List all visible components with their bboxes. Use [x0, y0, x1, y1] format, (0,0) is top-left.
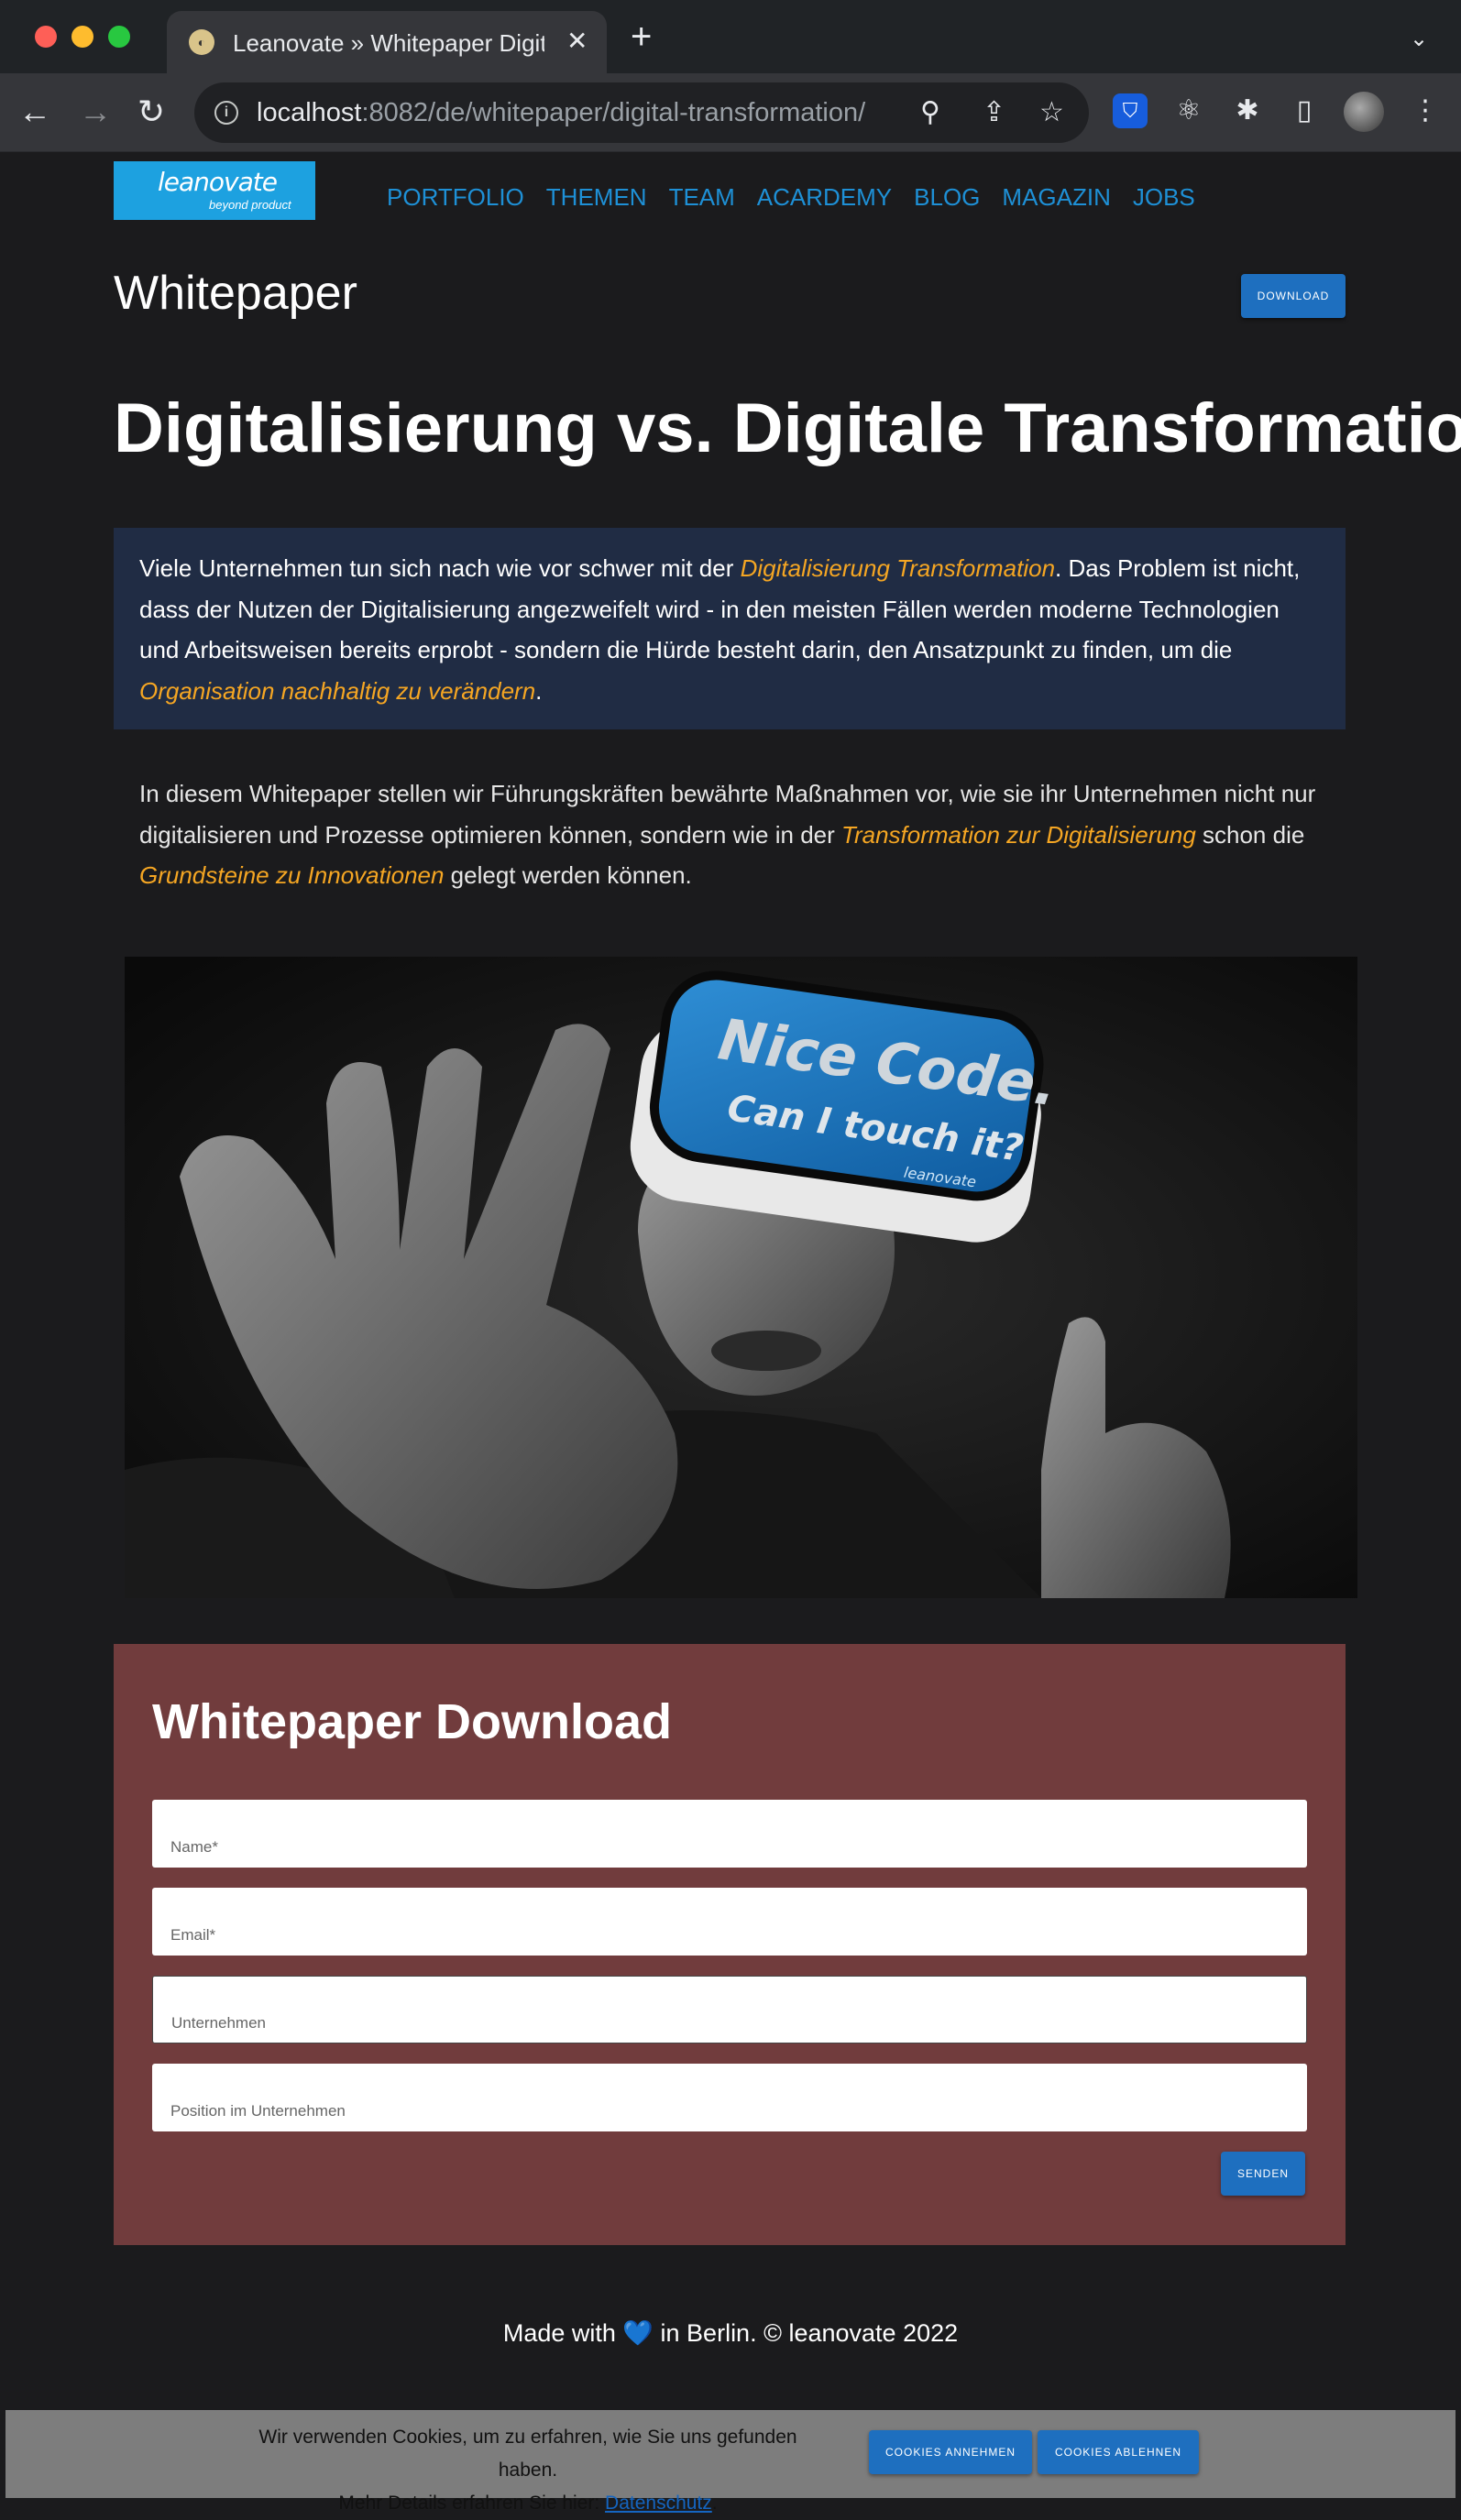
nav-magazin[interactable]: MAGAZIN	[1002, 183, 1110, 212]
intro-text-1: Viele Unternehmen tun sich nach wie vor …	[139, 554, 741, 582]
article-headline: Digitalisierung vs. Digitale Transformat…	[114, 389, 1461, 467]
company-field[interactable]	[152, 1976, 1307, 2043]
bookmark-star-icon[interactable]: ☆	[1039, 97, 1064, 128]
accept-cookies-button[interactable]: COOKIES ANNEHMEN	[869, 2430, 1032, 2474]
browser-toolbar: ← → ↻ i localhost:8082/de/whitepaper/dig…	[0, 73, 1461, 152]
body-highlight-1: Transformation zur Digitalisierung	[841, 820, 1196, 849]
page-title: Whitepaper	[114, 267, 357, 320]
form-title: Whitepaper Download	[152, 1694, 672, 1749]
bitwarden-extension-icon[interactable]: ⛉	[1113, 93, 1148, 128]
intro-highlight-2: Organisation nachhaltig zu verändern	[139, 676, 536, 705]
site-info-icon[interactable]: i	[214, 101, 238, 125]
send-button[interactable]: SENDEN	[1221, 2152, 1305, 2196]
footer-text-before: Made with	[502, 2319, 623, 2347]
footer-text-after: in Berlin. © leanovate 2022	[654, 2319, 959, 2347]
logo-tagline: beyond product	[209, 198, 291, 212]
url-text[interactable]: localhost:8082/de/whitepaper/digital-tra…	[257, 98, 865, 128]
url-host: localhost	[257, 98, 362, 127]
browser-tab-active[interactable]: ◐ Leanovate » Whitepaper Digitalisierung…	[167, 11, 607, 73]
nav-blog[interactable]: BLOG	[914, 183, 980, 212]
download-button[interactable]: DOWNLOAD	[1241, 274, 1346, 318]
nav-portfolio[interactable]: PORTFOLIO	[387, 183, 524, 212]
name-input[interactable]	[152, 1800, 1307, 1868]
forward-arrow-icon[interactable]: →	[79, 93, 112, 130]
body-text-3: gelegt werden können.	[444, 861, 692, 889]
hero-image: Nice Code. Can I touch it? leanovate	[125, 957, 1357, 1598]
zoom-icon[interactable]: ⚲	[920, 97, 940, 128]
intro-text-3: .	[535, 676, 543, 705]
position-input[interactable]	[152, 2064, 1307, 2131]
new-tab-button[interactable]: +	[631, 18, 652, 55]
extensions-puzzle-icon[interactable]: ✱	[1230, 93, 1265, 128]
decline-cookies-button[interactable]: COOKIES ABLEHNEN	[1038, 2430, 1199, 2474]
main-navigation: PORTFOLIO THEMEN TEAM ACARDEMY BLOG MAGA…	[387, 183, 1195, 212]
back-arrow-icon[interactable]: ←	[18, 93, 51, 130]
company-input[interactable]	[153, 1977, 1306, 2043]
url-path: :8082/de/whitepaper/digital-transformati…	[361, 98, 866, 127]
body-text-2: schon die	[1195, 820, 1305, 849]
email-field[interactable]	[152, 1888, 1307, 1956]
heart-icon: 💙	[622, 2319, 654, 2347]
footer-credits: Made with 💙 in Berlin. © leanovate 2022	[0, 2318, 1461, 2348]
cookie-message: Wir verwenden Cookies, um zu erfahren, w…	[244, 2421, 812, 2520]
kebab-menu-icon[interactable]: ⋮	[1408, 93, 1443, 128]
whitepaper-download-form: Whitepaper Download SENDEN	[114, 1644, 1346, 2245]
cookie-line-2-prefix: Mehr Details erfahren Sie hier:	[338, 2493, 606, 2514]
tab-title: Leanovate » Whitepaper Digitalisierung	[233, 29, 544, 57]
privacy-link[interactable]: Datenschutz	[605, 2493, 712, 2514]
leanovate-logo[interactable]: leanovate beyond product	[114, 161, 315, 220]
react-devtools-icon[interactable]: ⚛	[1171, 93, 1206, 128]
vr-headset-illustration: Nice Code. Can I touch it? leanovate	[125, 957, 1357, 1598]
cookie-line-1: Wir verwenden Cookies, um zu erfahren, w…	[258, 2427, 797, 2481]
body-paragraph: In diesem Whitepaper stellen wir Führung…	[139, 773, 1331, 896]
reload-icon[interactable]: ↻	[137, 93, 165, 130]
window-minimize-button[interactable]	[71, 26, 93, 48]
nav-jobs[interactable]: JOBS	[1133, 183, 1195, 212]
nav-acardemy[interactable]: ACARDEMY	[757, 183, 892, 212]
share-icon[interactable]: ⇪	[983, 97, 1005, 128]
cookie-banner: Wir verwenden Cookies, um zu erfahren, w…	[5, 2410, 1456, 2514]
tab-close-icon[interactable]: ✕	[566, 26, 588, 56]
side-panel-icon[interactable]: ▯	[1287, 93, 1322, 128]
window-close-button[interactable]	[35, 26, 57, 48]
body-highlight-2: Grundsteine zu Innovationen	[139, 861, 445, 889]
nav-themen[interactable]: THEMEN	[546, 183, 647, 212]
page-content: leanovate beyond product PORTFOLIO THEME…	[0, 152, 1461, 2514]
email-input[interactable]	[152, 1888, 1307, 1956]
address-bar[interactable]: i localhost:8082/de/whitepaper/digital-t…	[194, 82, 1089, 143]
browser-tab-strip: ◐ Leanovate » Whitepaper Digitalisierung…	[0, 0, 1461, 73]
nav-team[interactable]: TEAM	[669, 183, 735, 212]
cookie-line-2: Mehr Details erfahren Sie hier: Datensch…	[244, 2487, 812, 2520]
profile-avatar[interactable]	[1344, 92, 1384, 132]
window-maximize-button[interactable]	[108, 26, 130, 48]
cookie-line-2-suffix: .	[711, 2493, 718, 2514]
name-field[interactable]	[152, 1800, 1307, 1868]
intro-callout: Viele Unternehmen tun sich nach wie vor …	[114, 528, 1346, 729]
logo-wordmark: leanovate	[158, 167, 278, 197]
favicon-icon: ◐	[189, 29, 214, 55]
tab-search-chevron-icon[interactable]: ⌄	[1410, 26, 1428, 52]
position-field[interactable]	[152, 2064, 1307, 2131]
intro-highlight-1: Digitalisierung Transformation	[740, 554, 1056, 582]
